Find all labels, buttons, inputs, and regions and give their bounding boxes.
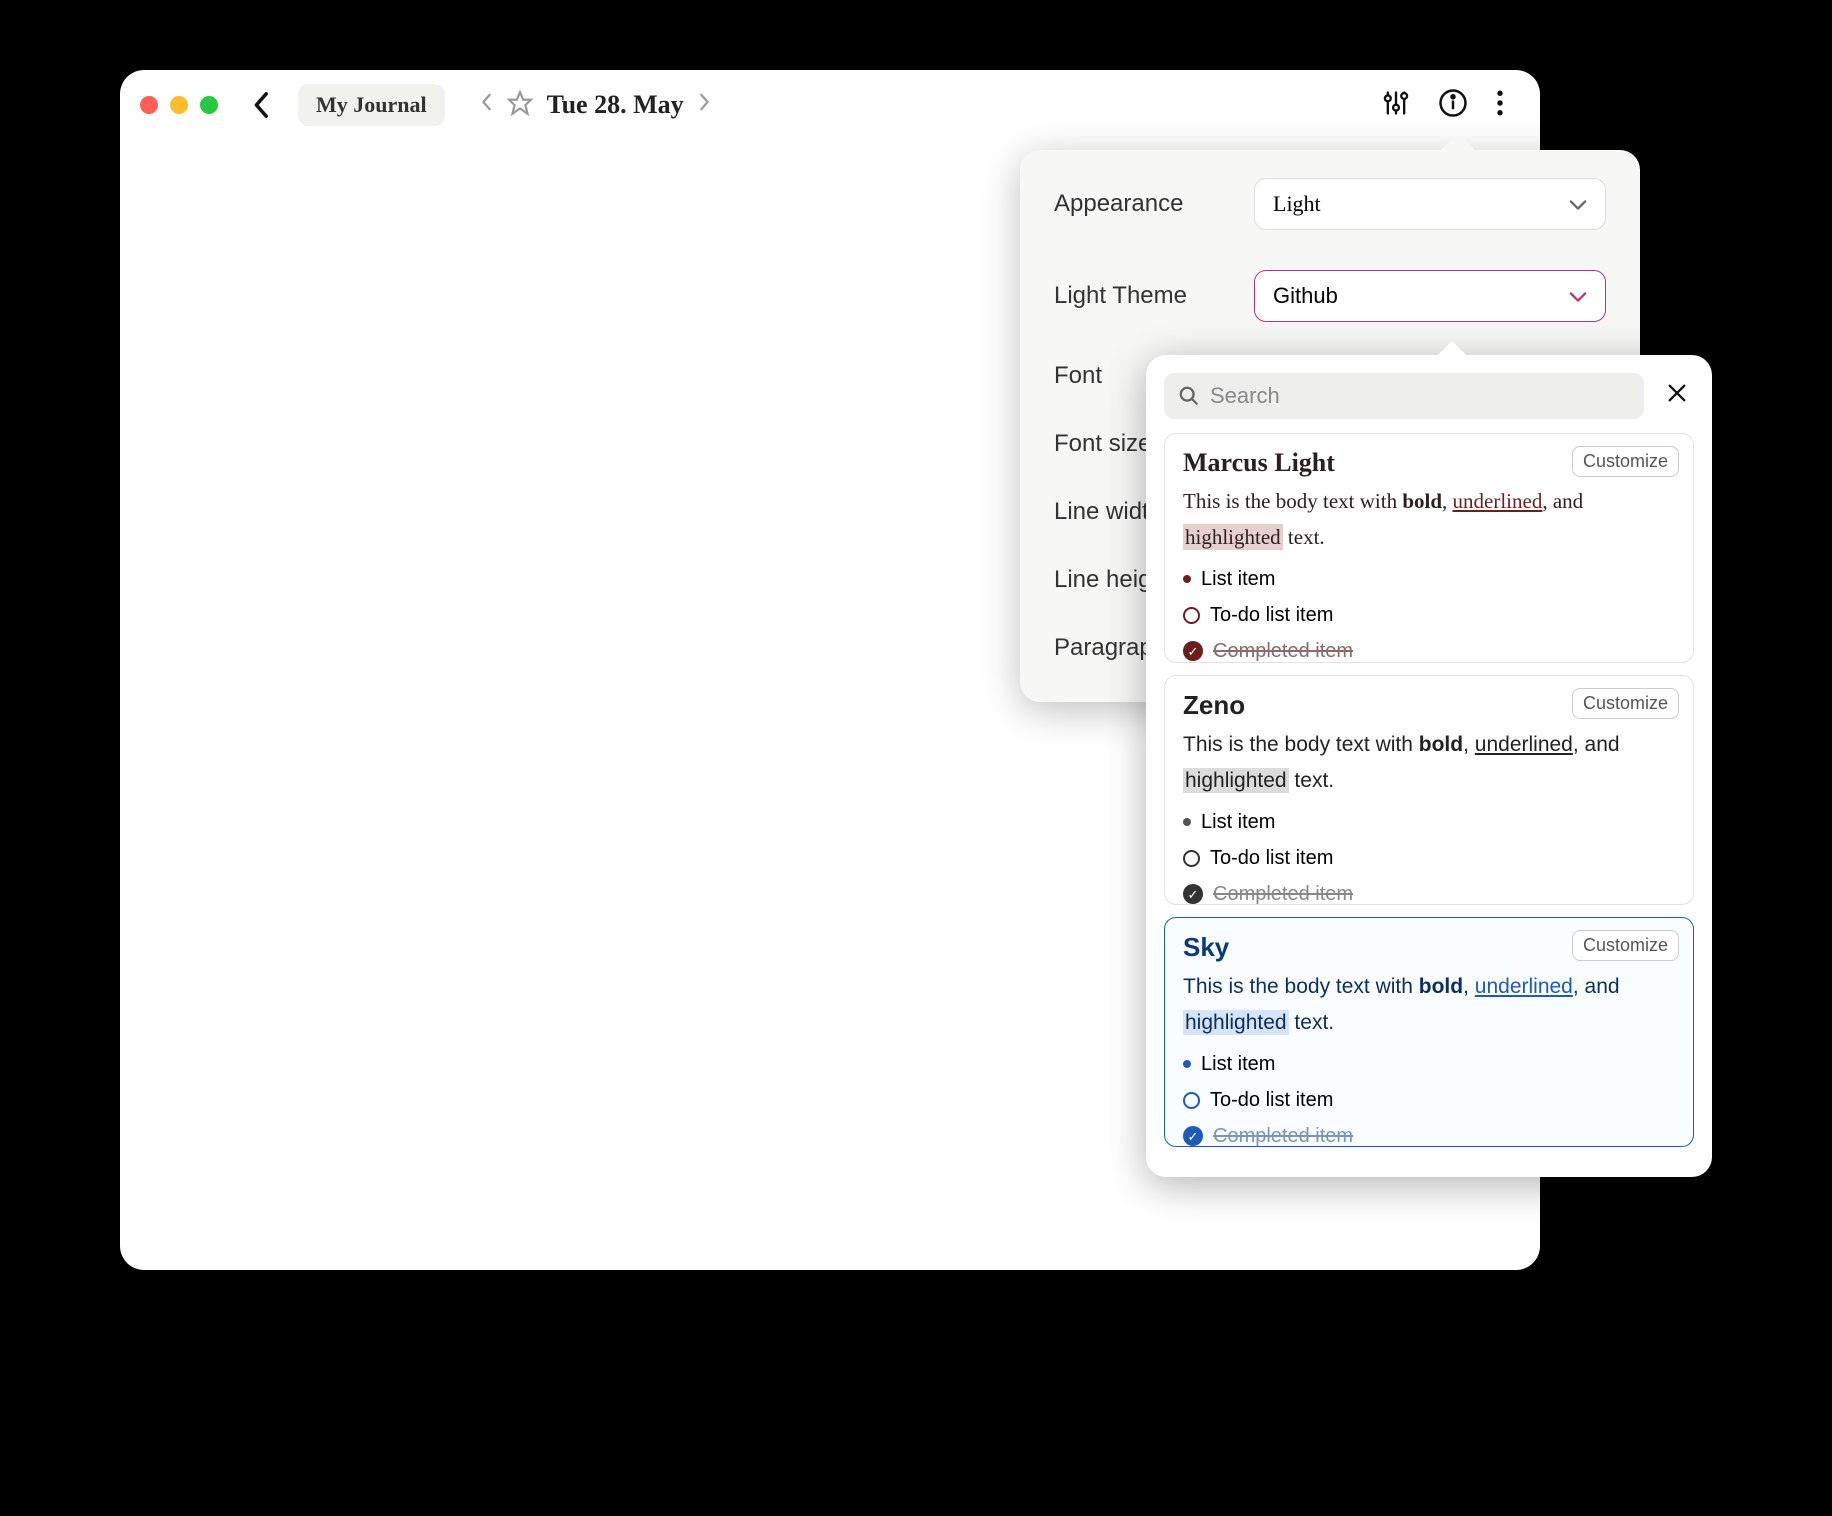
theme-preview-body: This is the body text with bold, underli…: [1183, 484, 1675, 555]
list-item: To-do list item: [1183, 840, 1675, 876]
light-theme-value: Github: [1273, 283, 1338, 309]
prev-day-button[interactable]: [481, 93, 493, 117]
appearance-select[interactable]: Light: [1254, 178, 1606, 230]
appearance-label: Appearance: [1054, 190, 1254, 218]
info-button[interactable]: [1438, 88, 1468, 123]
info-icon: [1438, 88, 1468, 118]
todo-circle-icon: [1183, 1092, 1200, 1109]
customize-button[interactable]: Customize: [1572, 930, 1679, 961]
customize-button[interactable]: Customize: [1572, 446, 1679, 477]
chevron-down-icon: [1569, 191, 1587, 217]
close-icon: [1666, 382, 1688, 404]
check-circle-icon: ✓: [1183, 641, 1203, 661]
theme-preview-list: List itemTo-do list item✓Completed item: [1183, 804, 1675, 905]
maximize-window-button[interactable]: [200, 96, 218, 114]
journal-name-pill[interactable]: My Journal: [298, 84, 445, 126]
appearance-value: Light: [1273, 191, 1321, 217]
check-circle-icon: ✓: [1183, 1126, 1203, 1146]
app-window: My Journal Tue 28. May: [120, 70, 1540, 1270]
sliders-icon: [1382, 89, 1410, 117]
date-title: Tue 28. May: [547, 90, 684, 120]
list-item: List item: [1183, 561, 1675, 597]
light-theme-label: Light Theme: [1054, 282, 1254, 310]
customize-button[interactable]: Customize: [1572, 688, 1679, 719]
chevron-left-icon: [481, 93, 493, 111]
check-circle-icon: ✓: [1183, 884, 1203, 904]
close-window-button[interactable]: [140, 96, 158, 114]
theme-card[interactable]: ZenoCustomizeThis is the body text with …: [1164, 675, 1694, 905]
theme-preview-body: This is the body text with bold, underli…: [1183, 969, 1675, 1040]
theme-picker-popover: Marcus LightCustomizeThis is the body te…: [1146, 355, 1712, 1177]
chevron-down-icon: [1569, 283, 1587, 309]
search-icon: [1178, 385, 1200, 407]
theme-card[interactable]: Marcus LightCustomizeThis is the body te…: [1164, 433, 1694, 663]
list-item: List item: [1183, 804, 1675, 840]
titlebar: My Journal Tue 28. May: [120, 70, 1540, 140]
back-button[interactable]: [246, 89, 278, 121]
bullet-icon: [1183, 575, 1191, 583]
theme-search-wrap[interactable]: [1164, 373, 1644, 419]
todo-circle-icon: [1183, 850, 1200, 867]
list-item: List item: [1183, 1046, 1675, 1082]
theme-preview-list: List itemTo-do list item✓Completed item: [1183, 1046, 1675, 1147]
titlebar-right: [1382, 88, 1520, 123]
todo-circle-icon: [1183, 607, 1200, 624]
settings-toggle-button[interactable]: [1382, 89, 1410, 122]
theme-card[interactable]: SkyCustomizeThis is the body text with b…: [1164, 917, 1694, 1147]
bullet-icon: [1183, 818, 1191, 826]
chevron-right-icon: [698, 93, 710, 111]
theme-preview-list: List itemTo-do list item✓Completed item: [1183, 561, 1675, 663]
chevron-left-icon: [253, 91, 271, 119]
dots-vertical-icon: [1496, 90, 1504, 116]
more-menu-button[interactable]: [1496, 90, 1504, 121]
light-theme-select[interactable]: Github: [1254, 270, 1606, 322]
list-item: To-do list item: [1183, 597, 1675, 633]
favorite-toggle[interactable]: [507, 90, 533, 121]
close-picker-button[interactable]: [1660, 376, 1694, 417]
list-item: To-do list item: [1183, 1082, 1675, 1118]
theme-search-input[interactable]: [1210, 383, 1630, 409]
window-controls: [140, 96, 218, 114]
theme-preview-body: This is the body text with bold, underli…: [1183, 727, 1675, 798]
date-nav: Tue 28. May: [481, 90, 710, 121]
list-item: ✓Completed item: [1183, 633, 1675, 663]
next-day-button[interactable]: [698, 93, 710, 117]
minimize-window-button[interactable]: [170, 96, 188, 114]
list-item: ✓Completed item: [1183, 876, 1675, 905]
list-item: ✓Completed item: [1183, 1118, 1675, 1147]
bullet-icon: [1183, 1060, 1191, 1068]
star-icon: [507, 90, 533, 116]
